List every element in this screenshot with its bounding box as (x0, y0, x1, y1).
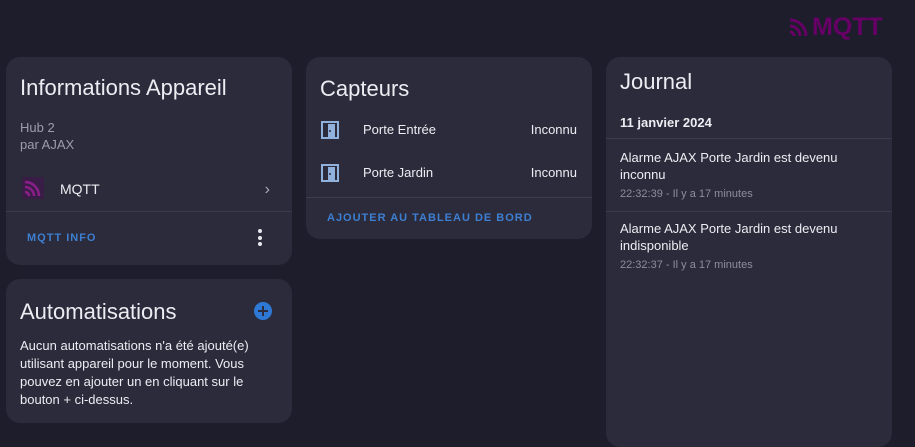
logbook-message: Alarme AJAX Porte Jardin est devenu inco… (620, 150, 838, 182)
integration-label: MQTT (60, 181, 100, 197)
integration-row-mqtt[interactable]: MQTT › (6, 169, 292, 211)
logbook-card: Journal 11 janvier 2024 Alarme AJAX Port… (606, 57, 892, 447)
divider (606, 211, 892, 212)
plus-circle-icon[interactable] (254, 302, 272, 320)
divider (306, 197, 592, 198)
logbook-entry[interactable]: Alarme AJAX Porte Jardin est devenu indi… (620, 220, 882, 271)
sensor-row-porte-entree[interactable]: Porte Entrée Inconnu (306, 115, 592, 155)
mqtt-info-button[interactable]: MQTT INFO (27, 232, 97, 244)
device-info-card: Informations Appareil Hub 2 par AJAX MQT… (6, 57, 292, 265)
mqtt-wave-icon (789, 18, 808, 37)
automations-title: Automatisations (20, 299, 177, 324)
door-icon (321, 121, 339, 139)
sensor-state: Inconnu (530, 122, 577, 137)
sensor-state: Inconnu (530, 165, 577, 180)
automations-card: Automatisations Aucun automatisations n'… (6, 279, 292, 423)
divider (6, 211, 292, 212)
door-icon (321, 164, 339, 182)
sensors-title: Capteurs (320, 76, 410, 101)
sensor-row-porte-jardin[interactable]: Porte Jardin Inconnu (306, 158, 592, 198)
add-to-dashboard-button[interactable]: AJOUTER AU TABLEAU DE BORD (327, 212, 533, 224)
logbook-time: 22:32:39 - Il y a 17 minutes (620, 188, 753, 200)
divider (606, 138, 892, 139)
sensor-name: Porte Entrée (363, 122, 436, 137)
device-model: Hub 2 (20, 120, 55, 135)
kebab-menu-icon[interactable] (258, 229, 262, 249)
logbook-time: 22:32:37 - Il y a 17 minutes (620, 259, 753, 271)
sensors-card: Capteurs Porte Entrée Inconnu Porte Jard… (306, 57, 592, 239)
sensor-name: Porte Jardin (363, 165, 434, 180)
logbook-date: 11 janvier 2024 (620, 115, 712, 130)
device-info-title: Informations Appareil (20, 75, 227, 100)
logo-text: MQTT (812, 12, 883, 41)
logbook-entry[interactable]: Alarme AJAX Porte Jardin est devenu inco… (620, 149, 882, 200)
mqtt-logo: MQTT (788, 12, 883, 42)
device-manufacturer: par AJAX (20, 137, 75, 152)
chevron-right-icon: › (264, 181, 270, 198)
automations-empty-text: Aucun automatisations n'a été ajouté(e) … (20, 338, 249, 407)
mqtt-icon (22, 177, 44, 199)
logbook-title: Journal (620, 69, 693, 94)
logbook-message: Alarme AJAX Porte Jardin est devenu indi… (620, 221, 838, 253)
